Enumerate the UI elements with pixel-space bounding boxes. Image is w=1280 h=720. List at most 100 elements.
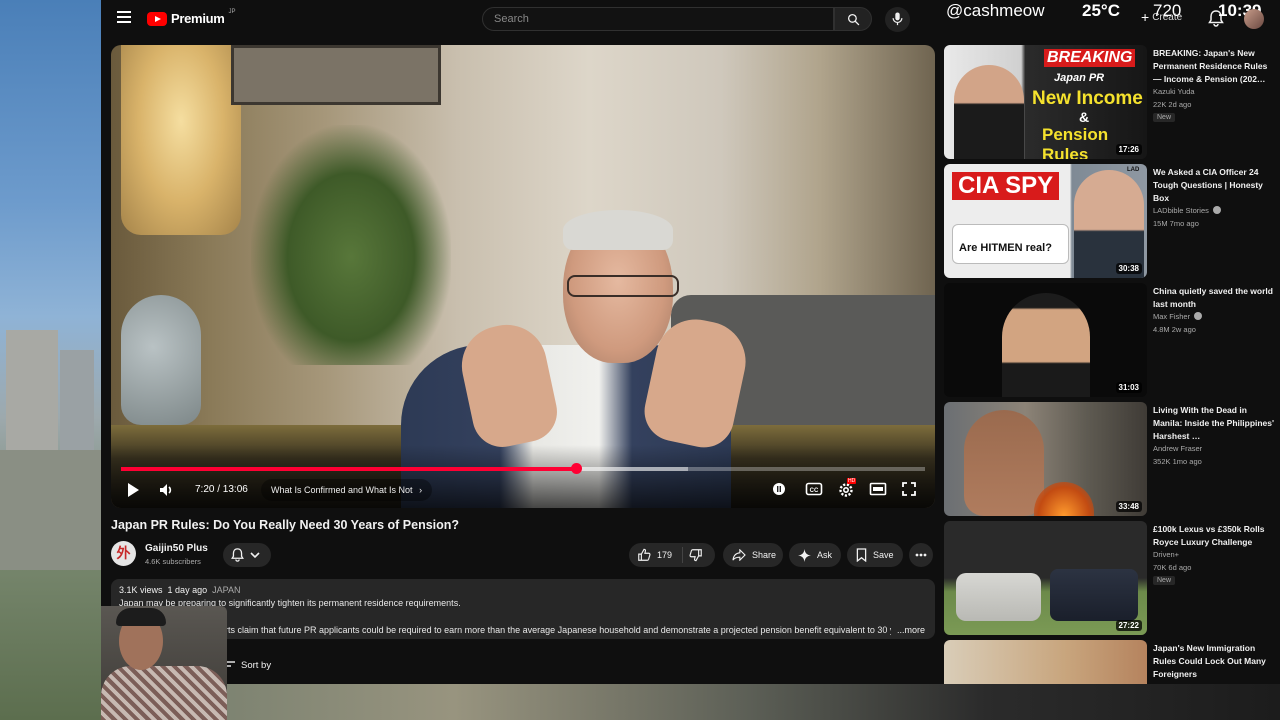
scene-lamp [121, 45, 241, 235]
video-duration: 17:26 [1115, 144, 1142, 155]
thumbnail-car [1050, 569, 1138, 621]
comments-sort-button[interactable]: Sort by [222, 660, 271, 671]
ask-label: Ask [817, 550, 833, 560]
share-icon [732, 549, 746, 561]
captions-button[interactable]: CC [805, 481, 823, 502]
menu-icon[interactable] [117, 11, 131, 25]
volume-icon [160, 484, 172, 496]
video-thumbnail: 33:48 [944, 402, 1147, 516]
share-button[interactable]: Share [723, 543, 783, 567]
channel-name: Max Fisher [1153, 312, 1191, 321]
more-horizontal-icon [915, 553, 927, 557]
chapter-title: What Is Confirmed and What Is Not [271, 485, 413, 495]
play-button[interactable] [125, 481, 141, 504]
new-badge: New [1153, 576, 1176, 585]
volume-button[interactable] [158, 481, 176, 504]
recommended-channel: Kazuki Yuda [1153, 87, 1195, 96]
description-more-link[interactable]: ...more [897, 625, 925, 635]
thumbnail-text: Japan PR [1054, 72, 1105, 84]
recommended-title: China quietly saved the world last month [1153, 286, 1273, 309]
plus-icon: + [1141, 9, 1150, 25]
recommended-video[interactable]: 31:03 China quietly saved the world last… [944, 283, 1274, 397]
scrubber-handle[interactable] [571, 463, 583, 474]
thumbnail-text: Are HITMEN real? [959, 242, 1052, 254]
description-box[interactable]: 3.1K views 1 day ago JAPAN Japan may be … [111, 579, 935, 639]
play-icon [128, 483, 139, 497]
thumbnail-person [954, 65, 1024, 159]
fullscreen-icon [902, 482, 916, 496]
recommended-meta: 22K 2d ago [1153, 100, 1192, 109]
fullscreen-button[interactable] [901, 481, 917, 502]
more-actions-button[interactable] [909, 543, 933, 567]
save-label: Save [873, 550, 894, 560]
channel-avatar[interactable]: 外 [111, 541, 136, 566]
video-title: Japan PR Rules: Do You Really Need 30 Ye… [111, 518, 460, 532]
resolution-readout: 720 [1153, 1, 1182, 20]
video-thumbnail: BREAKING Japan PR New Income & Pension R… [944, 45, 1147, 159]
recommended-title: Japan's New Immigration Rules Could Lock… [1153, 643, 1266, 679]
video-duration: 33:48 [1115, 501, 1142, 512]
scene-vase [121, 295, 201, 425]
sort-label: Sort by [241, 660, 272, 671]
recommended-title: Living With the Dead in Manila: Inside t… [1153, 405, 1275, 441]
verified-icon [1212, 206, 1221, 214]
miniplayer-button[interactable] [869, 481, 887, 502]
thumbnail-car [956, 573, 1041, 621]
recommended-video[interactable]: Japan's New Immigration Rules Could Lock… [944, 640, 1274, 684]
recommended-meta: 4.8M 2w ago [1153, 325, 1196, 334]
desktop-wallpaper-strip [101, 684, 1280, 720]
progress-bar[interactable] [121, 463, 925, 474]
subscription-bell-button[interactable] [223, 543, 271, 567]
recommended-video[interactable]: BREAKING Japan PR New Income & Pension R… [944, 45, 1274, 159]
logo-text: Premium [171, 11, 225, 26]
description-meta: 3.1K views 1 day ago JAPAN [119, 585, 240, 595]
search-box [482, 7, 834, 31]
building [60, 350, 94, 450]
account-avatar[interactable] [1244, 9, 1264, 29]
thumbnail-logo: LAD [1127, 167, 1140, 173]
ask-button[interactable]: Ask [789, 543, 841, 567]
dislike-button[interactable] [689, 548, 703, 562]
recommended-title: £100k Lexus vs £350k Rolls Royce Luxury … [1153, 524, 1265, 547]
channel-name[interactable]: Gaijin50 Plus [145, 543, 208, 554]
recommended-channel: Driven+ [1153, 550, 1180, 559]
new-badge: New [1153, 113, 1176, 122]
search-button[interactable] [834, 7, 872, 31]
progress-played [121, 467, 577, 471]
settings-button[interactable]: HD [837, 478, 857, 504]
temperature: 25°C [1082, 1, 1120, 20]
video-player[interactable]: 7:20 / 13:06 What Is Confirmed and What … [111, 45, 935, 508]
scene-plant [251, 125, 451, 365]
save-button[interactable]: Save [847, 543, 903, 567]
scene-presenter-glasses [567, 275, 679, 297]
building [0, 450, 101, 570]
recommended-title: We Asked a CIA Officer 24 Tough Question… [1153, 167, 1263, 203]
video-thumbnail: 31:03 [944, 283, 1147, 397]
chapter-button[interactable]: What Is Confirmed and What Is Not › [261, 479, 433, 501]
logo-country: JP [228, 8, 236, 15]
upload-age: 1 day ago [167, 585, 208, 595]
like-button[interactable]: 179 [637, 548, 672, 562]
scene-presenter-hair [563, 210, 673, 250]
voice-search-button[interactable] [885, 7, 910, 32]
video-duration: 27:22 [1115, 620, 1142, 631]
recommended-video[interactable]: CIA SPY Are HITMEN real? LAD 30:38 We As… [944, 164, 1274, 278]
autoplay-toggle[interactable] [771, 481, 787, 502]
recommended-channel: Max Fisher [1153, 312, 1203, 321]
youtube-premium-logo[interactable]: Premium JP [147, 8, 236, 26]
thumbs-down-icon [689, 549, 702, 562]
hashtag[interactable]: JAPAN [212, 585, 240, 595]
recommended-video[interactable]: 27:22 £100k Lexus vs £350k Rolls Royce L… [944, 521, 1274, 635]
thumbnail-person [1074, 170, 1144, 278]
miniplayer-icon [869, 482, 887, 496]
stream-handle: @cashmeow [946, 1, 1045, 20]
video-thumbnail: CIA SPY Are HITMEN real? LAD 30:38 [944, 164, 1147, 278]
building [6, 330, 58, 450]
recommended-video[interactable]: 33:48 Living With the Dead in Manila: In… [944, 402, 1274, 516]
svg-text:CC: CC [810, 488, 819, 494]
chevron-down-icon [250, 552, 260, 559]
search-input[interactable] [483, 8, 833, 30]
divider [682, 547, 684, 563]
desktop-wallpaper [0, 0, 101, 720]
youtube-play-icon [147, 11, 167, 26]
